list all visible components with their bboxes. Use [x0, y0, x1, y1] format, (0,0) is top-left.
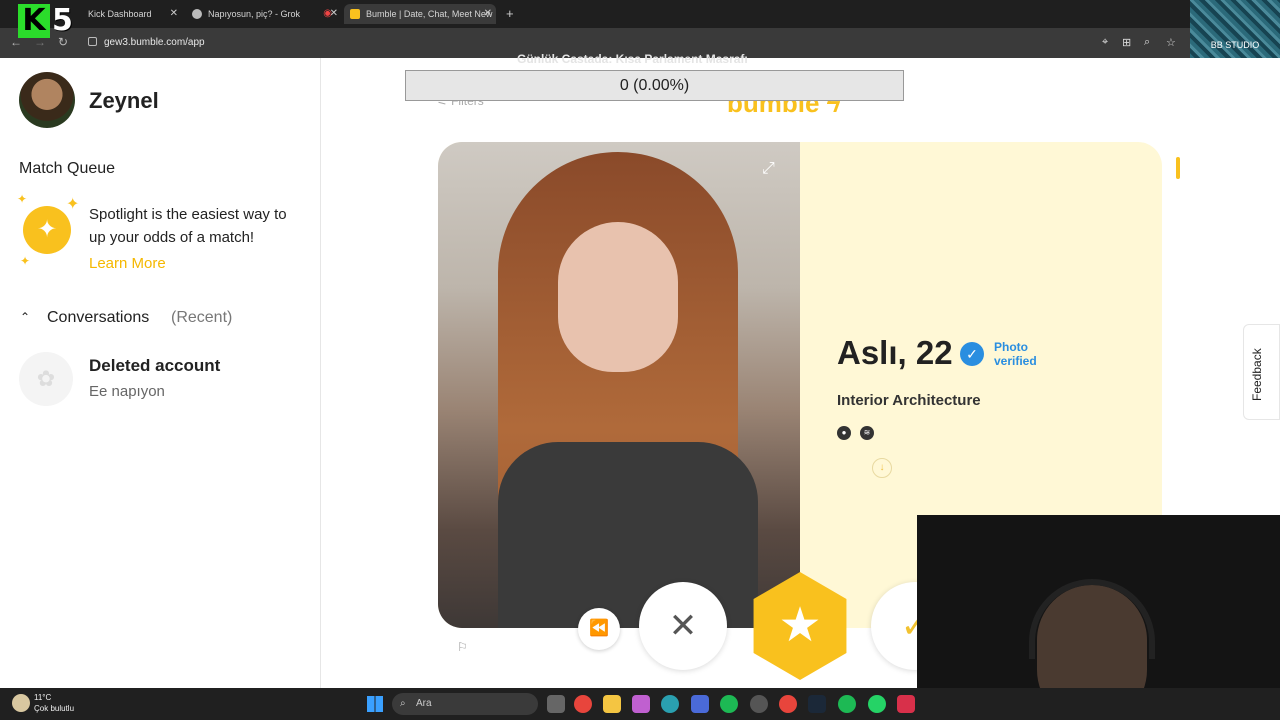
chrome-icon[interactable] — [574, 695, 592, 713]
scroll-indicator[interactable] — [1176, 157, 1180, 179]
spotlight-icon[interactable]: ✦ — [23, 206, 71, 254]
search-icon: ⌕ — [400, 698, 406, 709]
profile-profession: Interior Architecture — [837, 392, 981, 409]
weather-desc[interactable]: Çok bulutlu — [34, 704, 74, 713]
close-icon[interactable]: ✕ — [330, 8, 338, 19]
weather-temp[interactable]: 11°C — [34, 693, 51, 702]
match-queue-title: Match Queue — [19, 160, 116, 177]
taskbar-search[interactable]: ⌕ Ara — [392, 693, 538, 715]
report-flag-icon[interactable]: ⚐ — [457, 640, 468, 654]
weather-icon[interactable] — [12, 694, 30, 712]
new-tab-button[interactable]: + — [506, 6, 514, 21]
close-icon[interactable]: ✕ — [484, 8, 492, 19]
tab-title: Napıyosun, piç? - Grok — [208, 9, 301, 19]
expand-icon[interactable]: ⤢ — [762, 160, 775, 178]
profile-name-age: Aslı, 22 — [837, 334, 953, 371]
headphones-icon — [1029, 579, 1155, 659]
tab-bumble[interactable]: Bumble | Date, Chat, Meet New ✕ — [344, 4, 496, 24]
taskbar-search-placeholder: Ara — [416, 698, 432, 709]
verified-check-icon: ✓ — [960, 342, 984, 366]
whatsapp-icon[interactable] — [868, 695, 886, 713]
feedback-label: Feedback — [1250, 348, 1264, 401]
conversations-title[interactable]: Conversations — [47, 309, 149, 327]
url-text[interactable]: gew3.bumble.com/app — [104, 37, 205, 48]
tab-title: Bumble | Date, Chat, Meet New — [366, 9, 493, 19]
learn-more-link[interactable]: Learn More — [89, 255, 166, 272]
photo-verified-label: Photo verified — [994, 340, 1037, 368]
username[interactable]: Zeynel — [89, 88, 159, 114]
deleted-avatar-icon[interactable]: ✿ — [19, 352, 73, 406]
mask-icon: ● — [837, 426, 851, 440]
stream-logo: K 5 — [18, 4, 80, 40]
pass-button[interactable]: ✕ — [639, 582, 727, 670]
sparkle-icon: ✦ — [66, 196, 80, 213]
conversations-recent-label: (Recent) — [171, 309, 233, 326]
logo-k: K — [18, 4, 50, 38]
windows-start-icon[interactable] — [367, 696, 383, 712]
conversation-name[interactable]: Deleted account — [89, 356, 220, 376]
rewind-button[interactable]: ⏪ — [578, 608, 620, 650]
store-icon[interactable] — [691, 695, 709, 713]
chrome-icon[interactable] — [779, 695, 797, 713]
avatar[interactable] — [19, 72, 75, 128]
tab-title: Kick Dashboard — [88, 9, 152, 19]
sparkle-icon: ✦ — [20, 254, 31, 268]
taskbar: 11°C Çok bulutlu ⌕ Ara — [0, 688, 1280, 720]
grok-icon — [192, 9, 202, 19]
spotify-taskbar-icon[interactable] — [838, 695, 856, 713]
logo-5: 5 — [52, 3, 73, 38]
profile-photo[interactable]: ⤢ — [438, 142, 800, 628]
bookmark-star-icon[interactable]: ☆ — [1166, 36, 1176, 49]
conversation-preview[interactable]: Ee napıyon — [89, 383, 165, 400]
bumble-icon — [350, 9, 360, 19]
steam-icon[interactable] — [808, 695, 826, 713]
tab-grok[interactable]: Napıyosun, piç? - Grok ◉ ✕ — [192, 4, 338, 24]
sparkle-icon: ✦ — [17, 192, 28, 206]
spotlight-text: Spotlight is the easiest way to up your … — [89, 206, 287, 246]
zoom-icon[interactable]: ⌕ — [1144, 36, 1150, 49]
task-view-icon[interactable] — [547, 695, 565, 713]
obs-icon[interactable] — [750, 695, 768, 713]
location-icon[interactable]: ⌖ — [1102, 36, 1108, 49]
browser-tab-bar: Kick Dashboard ✕ Napıyosun, piç? - Grok … — [0, 0, 1280, 28]
copilot-icon[interactable] — [632, 695, 650, 713]
edge-icon[interactable] — [661, 695, 679, 713]
news-ticker: Günlük Castada: Kısa Parlament Masrafı — [517, 52, 748, 66]
sidebar: Zeynel Match Queue ✦ ✦ ✦ ✦ Spotlight is … — [0, 58, 321, 688]
app-icon[interactable] — [897, 695, 915, 713]
photo-face — [558, 222, 678, 372]
progress-overlay: 0 (0.00%) — [405, 70, 904, 101]
arrow-down-icon[interactable]: ↓ — [872, 458, 892, 478]
file-explorer-icon[interactable] — [603, 695, 621, 713]
feedback-tab[interactable]: Feedback — [1243, 324, 1280, 420]
translate-icon[interactable]: ⊞ — [1122, 36, 1131, 49]
spotify-icon: ≋ — [860, 426, 874, 440]
spotify-taskbar-icon[interactable] — [720, 695, 738, 713]
chevron-up-icon[interactable]: ⌃ — [20, 310, 30, 324]
site-info-icon[interactable] — [88, 37, 97, 46]
close-icon[interactable]: ✕ — [170, 8, 178, 19]
